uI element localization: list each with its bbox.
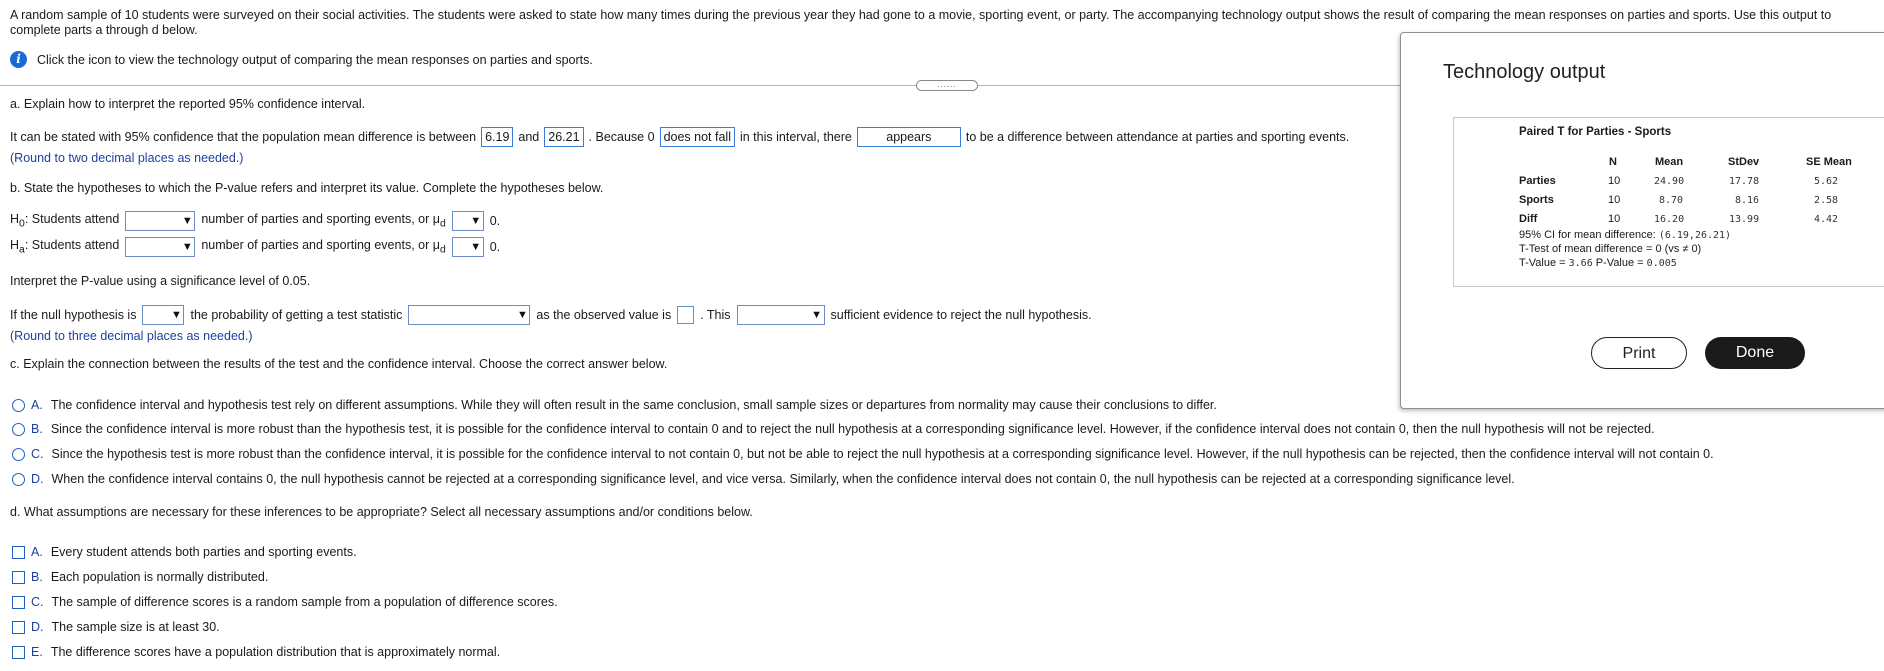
- part-d-heading: d. What assumptions are necessary for th…: [10, 505, 753, 519]
- part-c-option-d[interactable]: D. When the confidence interval contains…: [12, 472, 1515, 486]
- row-n: 10: [1608, 194, 1621, 206]
- chevron-down-icon: ▼: [181, 241, 193, 253]
- part-b-heading: b. State the hypotheses to which the P-v…: [10, 181, 604, 195]
- part-a-s4: in this interval, there: [739, 130, 852, 144]
- header-se-mean: SE Mean: [1806, 156, 1852, 168]
- ha-row: Ha: Students attend ▼ number of parties …: [10, 237, 500, 257]
- pvalue-s2: the probability of getting a test statis…: [190, 308, 403, 322]
- row-mean: 16.20: [1654, 214, 1685, 225]
- h0-operator-dropdown[interactable]: ▼: [451, 211, 484, 231]
- radio-button[interactable]: [12, 398, 25, 412]
- appears-dropdown-answer[interactable]: appears: [856, 127, 961, 147]
- row-label: Diff: [1519, 213, 1538, 225]
- pvalue-s4: . This: [700, 308, 731, 322]
- info-link-text: Click the icon to view the technology ou…: [37, 52, 593, 67]
- part-a-note: (Round to two decimal places as needed.): [10, 151, 244, 165]
- part-a-sentence: It can be stated with 95% confidence tha…: [10, 127, 1349, 147]
- header-n: N: [1609, 156, 1617, 168]
- part-d-option-d[interactable]: D. The sample size is at least 30.: [12, 620, 220, 634]
- done-button[interactable]: Done: [1705, 337, 1805, 369]
- output-box: Paired T for Parties - Sports N Mean StD…: [1453, 117, 1884, 287]
- part-a-s5: to be a difference between attendance at…: [965, 130, 1350, 144]
- interpret-text: Interpret the P-value using a significan…: [10, 274, 311, 288]
- part-a-s3: . Because 0: [588, 130, 655, 144]
- row-mean: 24.90: [1654, 176, 1685, 187]
- part-d-option-a[interactable]: A. Every student attends both parties an…: [12, 545, 357, 559]
- row-label: Parties: [1519, 175, 1556, 187]
- part-c-option-c[interactable]: C. Since the hypothesis test is more rob…: [12, 447, 1714, 461]
- pvalue-s5: sufficient evidence to reject the null h…: [830, 308, 1092, 322]
- evidence-dropdown[interactable]: ▼: [736, 305, 825, 325]
- header-mean: Mean: [1655, 156, 1684, 168]
- row-stdev: 17.78: [1729, 176, 1760, 187]
- chevron-down-icon: ▼: [470, 241, 482, 253]
- fall-dropdown-answer[interactable]: does not fall: [659, 127, 735, 147]
- row-label: Sports: [1519, 194, 1554, 206]
- header-stdev: StDev: [1728, 156, 1760, 168]
- tvalue-line: T-Value = 3.66 P-Value = 0.005: [1519, 257, 1677, 269]
- pvalue-input[interactable]: [677, 306, 695, 324]
- checkbox[interactable]: [12, 645, 25, 659]
- row-se: 2.58: [1814, 195, 1839, 206]
- extreme-dropdown[interactable]: ▼: [408, 305, 531, 325]
- output-title: Paired T for Parties - Sports: [1519, 126, 1672, 138]
- info-icon[interactable]: i: [10, 51, 27, 68]
- part-c-option-a[interactable]: A. The confidence interval and hypothesi…: [12, 398, 1217, 412]
- ha-mid-text: number of parties and sporting events, o…: [201, 238, 446, 256]
- ci-upper-answer[interactable]: 26.21: [544, 127, 584, 147]
- radio-button[interactable]: [12, 447, 25, 461]
- checkbox[interactable]: [12, 545, 25, 559]
- row-se: 5.62: [1814, 176, 1839, 187]
- ci-lower-answer[interactable]: 6.19: [481, 127, 514, 147]
- ha-label: Ha: Students attend: [10, 238, 120, 256]
- row-n: 10: [1608, 213, 1621, 225]
- print-button[interactable]: Print: [1591, 337, 1687, 369]
- panel-title: Technology output: [1443, 61, 1606, 83]
- part-d-option-e[interactable]: E. The difference scores have a populati…: [12, 645, 500, 659]
- radio-button[interactable]: [12, 472, 25, 486]
- pvalue-sentence: If the null hypothesis is ▼ the probabil…: [10, 305, 1092, 325]
- row-stdev: 8.16: [1735, 195, 1760, 206]
- row-n: 10: [1608, 175, 1621, 187]
- chevron-down-icon: ▼: [171, 309, 182, 321]
- h0-zero: 0.: [489, 214, 501, 228]
- ha-relation-dropdown[interactable]: ▼: [125, 237, 196, 257]
- part-a-s2: and: [518, 130, 540, 144]
- checkbox[interactable]: [12, 570, 25, 584]
- checkbox[interactable]: [12, 595, 25, 609]
- null-true-dropdown[interactable]: ▼: [142, 305, 185, 325]
- info-row: i Click the icon to view the technology …: [10, 51, 593, 68]
- divider: [0, 85, 1400, 86]
- ci-line: 95% CI for mean difference: (6.19,26.21): [1519, 229, 1732, 241]
- pvalue-s3: as the observed value is: [536, 308, 672, 322]
- chevron-down-icon: ▼: [470, 215, 482, 227]
- ha-zero: 0.: [489, 240, 501, 254]
- h0-mid-text: number of parties and sporting events, o…: [201, 212, 446, 230]
- resize-handle[interactable]: ......: [916, 80, 978, 91]
- chevron-down-icon: ▼: [811, 309, 822, 321]
- radio-button[interactable]: [12, 422, 25, 436]
- h0-relation-dropdown[interactable]: ▼: [125, 211, 196, 231]
- ha-operator-dropdown[interactable]: ▼: [451, 237, 484, 257]
- ttest-line: T-Test of mean difference = 0 (vs ≠ 0): [1519, 243, 1702, 255]
- chevron-down-icon: ▼: [181, 215, 193, 227]
- row-mean: 8.70: [1659, 195, 1684, 206]
- part-d-option-b[interactable]: B. Each population is normally distribut…: [12, 570, 268, 584]
- part-c-option-b[interactable]: B. Since the confidence interval is more…: [12, 422, 1655, 436]
- part-a-heading: a. Explain how to interpret the reported…: [10, 97, 366, 111]
- chevron-down-icon: ▼: [516, 309, 528, 321]
- part-a-s1: It can be stated with 95% confidence tha…: [10, 130, 477, 144]
- h0-label: H0: Students attend: [10, 212, 120, 230]
- row-se: 4.42: [1814, 214, 1839, 225]
- technology-output-panel: Technology output Paired T for Parties -…: [1400, 32, 1884, 409]
- part-c-heading: c. Explain the connection between the re…: [10, 357, 668, 371]
- h0-row: H0: Students attend ▼ number of parties …: [10, 211, 500, 231]
- checkbox[interactable]: [12, 620, 25, 634]
- part-d-option-c[interactable]: C. The sample of difference scores is a …: [12, 595, 558, 609]
- row-stdev: 13.99: [1729, 214, 1760, 225]
- part-b-note: (Round to three decimal places as needed…: [10, 329, 253, 343]
- pvalue-s1: If the null hypothesis is: [10, 308, 137, 322]
